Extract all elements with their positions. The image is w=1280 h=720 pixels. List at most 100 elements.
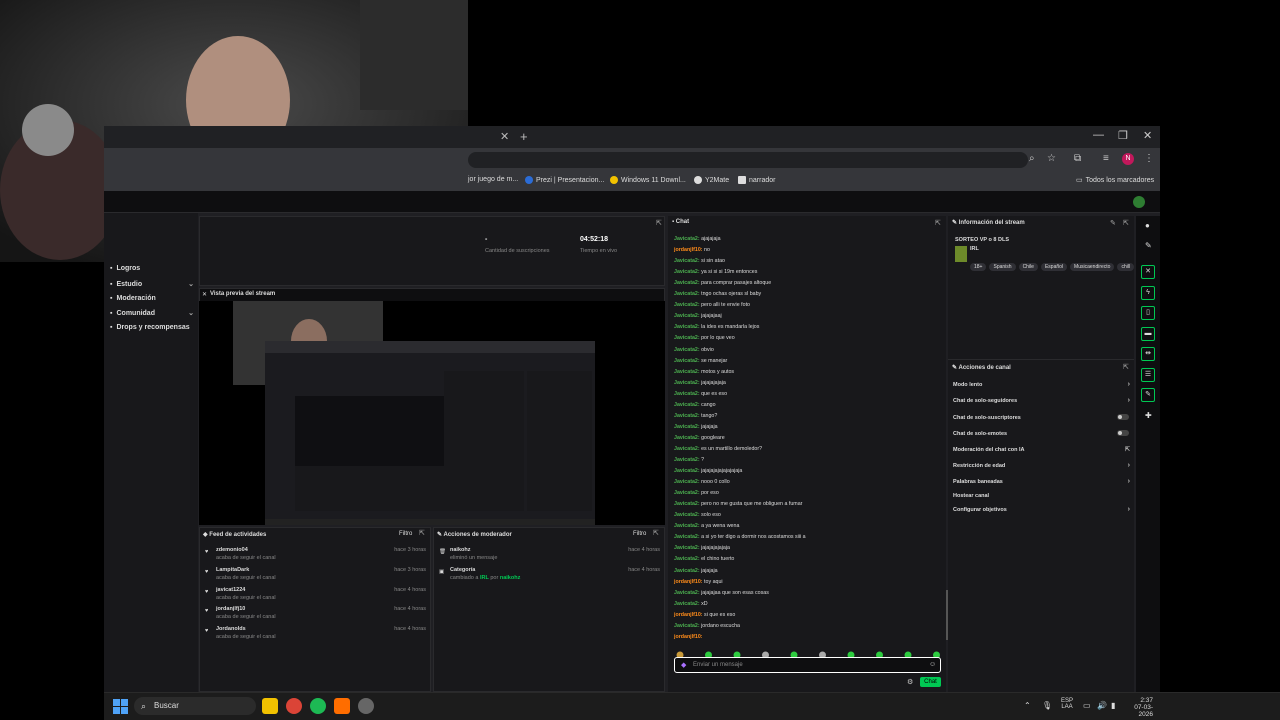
sidebar-item-drops[interactable]: ▪ Drops y recompensas bbox=[110, 324, 194, 331]
chat-username[interactable]: jordanjlf10: bbox=[674, 612, 703, 618]
chat-username[interactable]: Javicata2: bbox=[674, 568, 700, 574]
bits-icon[interactable]: ◆ bbox=[681, 661, 686, 669]
tag[interactable]: 18+ bbox=[970, 263, 987, 271]
app-icon[interactable] bbox=[334, 698, 350, 714]
stream-preview-video[interactable] bbox=[199, 301, 665, 525]
language-indicator[interactable]: ESP LAA bbox=[1061, 698, 1073, 710]
close-window-icon[interactable]: ✕ bbox=[1143, 129, 1152, 142]
file-explorer-icon[interactable] bbox=[262, 698, 278, 714]
chat-input[interactable]: Enviar un mensaje bbox=[674, 657, 941, 673]
popout-icon[interactable]: ⇱ bbox=[1123, 363, 1129, 371]
activity-filter-button[interactable]: Filtro bbox=[399, 531, 412, 537]
chat-username[interactable]: Javicata2: bbox=[674, 556, 700, 562]
chat-username[interactable]: Javicata2: bbox=[674, 468, 700, 474]
chat-username[interactable]: jordanjlf10: bbox=[674, 579, 703, 585]
tag[interactable]: Español bbox=[1040, 263, 1068, 271]
windows-start-icon[interactable] bbox=[113, 699, 128, 714]
clock[interactable]: 2:37 07-03-2026 bbox=[1127, 697, 1153, 718]
chat-username[interactable]: Javicata2: bbox=[674, 391, 700, 397]
chat-username[interactable]: jordanjlf10: bbox=[674, 634, 703, 640]
bolt-icon[interactable]: ϟ bbox=[1141, 286, 1155, 300]
tab-close-icon[interactable]: ✕ bbox=[500, 130, 509, 143]
chat-username[interactable]: Javicata2: bbox=[674, 269, 700, 275]
edit-icon[interactable]: ✎ bbox=[1110, 219, 1116, 227]
chat-username[interactable]: Javicata2: bbox=[674, 435, 700, 441]
chat-username[interactable]: Javicata2: bbox=[674, 457, 700, 463]
channel-action-goals[interactable]: Configurar objetivos › bbox=[953, 506, 1133, 513]
profile-avatar[interactable]: N bbox=[1122, 153, 1134, 165]
bookmark-item[interactable]: Y2Mate bbox=[694, 176, 729, 184]
chat-username[interactable]: Javicata2: bbox=[674, 258, 700, 264]
sidebar-item-comunidad[interactable]: ▪ Comunidad ⌄ bbox=[110, 309, 194, 318]
chat-username[interactable]: Javicata2: bbox=[674, 490, 700, 496]
chat-username[interactable]: Javicata2: bbox=[674, 291, 700, 297]
popout-icon[interactable]: ⇱ bbox=[656, 219, 662, 227]
chat-username[interactable]: Javicata2: bbox=[674, 402, 700, 408]
channel-action-followers-only[interactable]: Chat de solo-seguidores › bbox=[953, 397, 1133, 404]
chat-username[interactable]: Javicata2: bbox=[674, 523, 700, 529]
chat-username[interactable]: Javicata2: bbox=[674, 369, 700, 375]
chrome-icon[interactable] bbox=[286, 698, 302, 714]
chat-username[interactable]: Javicata2: bbox=[674, 324, 700, 330]
chat-username[interactable]: Javicata2: bbox=[674, 424, 700, 430]
tag[interactable]: Spanish bbox=[989, 263, 1016, 271]
chat-username[interactable]: Javicata2: bbox=[674, 446, 700, 452]
address-input[interactable] bbox=[468, 152, 1028, 168]
stream-category[interactable]: IRL bbox=[970, 246, 979, 252]
sidebar-item-moderacion[interactable]: ▪ Moderación bbox=[110, 295, 194, 302]
chat-username[interactable]: Javicata2: bbox=[674, 380, 700, 386]
chat-username[interactable]: Javicata2: bbox=[674, 358, 700, 364]
chat-username[interactable]: Javicata2: bbox=[674, 601, 700, 607]
bookmark-star-icon[interactable]: ☆ bbox=[1047, 153, 1056, 164]
chat-username[interactable]: Javicata2: bbox=[674, 335, 700, 341]
channel-action-host[interactable]: Hostear canal bbox=[953, 493, 1133, 499]
mod-filter-button[interactable]: Filtro bbox=[633, 531, 646, 537]
tag[interactable]: Musicaendirecto bbox=[1070, 263, 1115, 271]
volume-icon[interactable]: 🔊 bbox=[1097, 701, 1107, 710]
restore-icon[interactable]: ❐ bbox=[1118, 129, 1128, 142]
zoom-icon[interactable]: ⌕ bbox=[1029, 153, 1035, 164]
clip-icon[interactable]: ✕ bbox=[1141, 265, 1155, 279]
channel-action-slow-mode[interactable]: Modo lento › bbox=[953, 381, 1133, 388]
spotify-icon[interactable] bbox=[310, 698, 326, 714]
sidebar-item-logros[interactable]: ▪ Logros bbox=[110, 265, 194, 272]
microphone-icon[interactable]: 🎙 bbox=[1042, 701, 1052, 710]
chat-settings-icon[interactable]: ⚙ bbox=[907, 678, 913, 686]
chat-send-button[interactable]: Chat bbox=[920, 677, 941, 687]
user-avatar[interactable] bbox=[1133, 196, 1145, 208]
list-icon[interactable]: ☰ bbox=[1141, 368, 1155, 382]
mod-desc-value[interactable]: IRL bbox=[480, 575, 489, 581]
chat-username[interactable]: Javicata2: bbox=[674, 479, 700, 485]
chat-username[interactable]: Javicata2: bbox=[674, 590, 700, 596]
chat-username[interactable]: Javicata2: bbox=[674, 623, 700, 629]
tag[interactable]: chill bbox=[1117, 263, 1135, 271]
bookmark-item[interactable]: Windows 11 Downl... bbox=[610, 176, 686, 184]
channel-action-ai-moderation[interactable]: Moderación del chat con IA ⇱ bbox=[953, 447, 1133, 453]
channel-action-age-restriction[interactable]: Restricción de edad › bbox=[953, 462, 1133, 469]
obs-icon[interactable] bbox=[358, 698, 374, 714]
chat-username[interactable]: Javicata2: bbox=[674, 347, 700, 353]
chat-username[interactable]: Javicata2: bbox=[674, 512, 700, 518]
battery-icon[interactable]: ▮ bbox=[1111, 701, 1115, 710]
subs-only-toggle[interactable] bbox=[1117, 414, 1129, 420]
wrench-icon[interactable]: ✎ bbox=[1141, 388, 1155, 402]
new-tab-icon[interactable]: + bbox=[520, 129, 528, 144]
chat-username[interactable]: Javicata2: bbox=[674, 545, 700, 551]
channel-action-banned-words[interactable]: Palabras baneadas › bbox=[953, 478, 1133, 485]
network-icon[interactable]: ▭ bbox=[1083, 701, 1091, 710]
clipboard-icon[interactable]: ▯ bbox=[1141, 306, 1155, 320]
chat-username[interactable]: Javicata2: bbox=[674, 236, 700, 242]
chat-username[interactable]: Javicata2: bbox=[674, 413, 700, 419]
taskbar-search[interactable]: Buscar bbox=[134, 697, 256, 715]
popout-icon[interactable]: ⇱ bbox=[653, 529, 659, 537]
chat-username[interactable]: Javicata2: bbox=[674, 302, 700, 308]
raid-icon[interactable]: ⇹ bbox=[1141, 347, 1155, 361]
close-icon[interactable]: ✕ bbox=[202, 291, 207, 298]
chat-username[interactable]: Javicata2: bbox=[674, 534, 700, 540]
info-icon[interactable]: ● bbox=[1145, 221, 1150, 230]
bookmark-item[interactable]: narrador bbox=[738, 176, 775, 184]
chat-username[interactable]: jordanjlf10: bbox=[674, 247, 703, 253]
sidebar-item-estudio[interactable]: ▪ Estudio ⌄ bbox=[110, 280, 194, 289]
emote-only-toggle[interactable] bbox=[1117, 430, 1129, 436]
popout-icon[interactable]: ⇱ bbox=[935, 219, 941, 227]
